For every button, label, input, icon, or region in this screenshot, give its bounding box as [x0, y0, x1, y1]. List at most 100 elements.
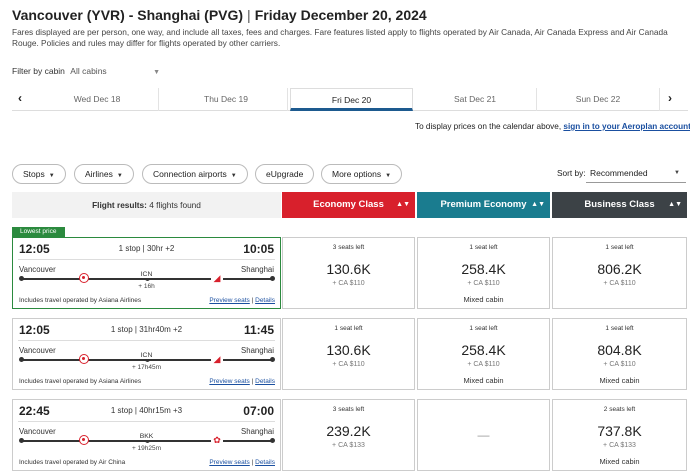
- calendar-note-text: To display prices on the calendar above,: [415, 122, 562, 131]
- route-line: ◢: [19, 354, 275, 364]
- caret-down-icon: ▼: [230, 173, 237, 179]
- route-title: Vancouver (YVR) - Shanghai (PVG): [12, 7, 244, 23]
- premium-fare-cell[interactable]: 1 seat left 258.4K + CA $110 Mixed cabin: [417, 237, 550, 309]
- points-price: 804.8K: [597, 342, 642, 358]
- taxes-fees: + CA $133: [332, 442, 365, 449]
- points-price: 130.6K: [326, 261, 371, 277]
- seats-left: 1 seat left: [605, 325, 634, 332]
- preview-seats-link[interactable]: Preview seats: [209, 297, 249, 304]
- economy-fare-cell[interactable]: 3 seats left 130.6K + CA $110: [282, 237, 415, 309]
- arrival-time: 07:00: [243, 404, 274, 418]
- economy-fare-cell[interactable]: 1 seat left 130.6K + CA $110: [282, 318, 415, 390]
- taxes-fees: + CA $110: [603, 280, 636, 287]
- not-available-dash: —: [477, 428, 490, 442]
- details-link[interactable]: Details: [255, 459, 275, 466]
- results-label: Flight results:: [92, 200, 147, 210]
- flight-links: Preview seats | Details: [209, 459, 275, 466]
- premium-economy-label: Premium Economy: [440, 199, 527, 210]
- stop-airport-code: BKK: [13, 433, 280, 440]
- layover-duration: + 19h25m: [131, 445, 162, 452]
- caret-down-icon: ▼: [385, 173, 392, 179]
- stop-airport-code: ICN: [13, 271, 280, 278]
- preview-seats-link[interactable]: Preview seats: [209, 378, 249, 385]
- seats-left: 3 seats left: [332, 406, 365, 413]
- stops-filter-button[interactable]: Stops ▼: [12, 164, 66, 184]
- calendar-sign-in-note: To display prices on the calendar above,…: [415, 122, 690, 131]
- premium-economy-header[interactable]: Premium Economy ▲▼: [417, 192, 550, 218]
- flight-summary: 1 stop | 30hr +2: [118, 244, 175, 253]
- layover-duration: + 16h: [138, 283, 155, 290]
- connection-airports-label: Connection airports: [153, 169, 227, 179]
- airlines-filter-button[interactable]: Airlines ▼: [74, 164, 134, 184]
- date-carousel: ‹ Wed Dec 18 Thu Dec 19 Fri Dec 20 Sat D…: [12, 88, 688, 111]
- cabin-filter-label: Filter by cabin: [12, 66, 65, 76]
- more-options-label: More options: [332, 169, 382, 179]
- business-class-label: Business Class: [584, 199, 655, 210]
- economy-class-header[interactable]: Economy Class ▲▼: [282, 192, 415, 218]
- flight-row[interactable]: 12:05 1 stop | 31hr40m +2 11:45 Vancouve…: [12, 318, 281, 390]
- flight-results-header: Flight results: 4 flights found: [12, 192, 281, 218]
- business-fare-cell[interactable]: 1 seat left 804.8K + CA $110 Mixed cabin: [552, 318, 687, 390]
- date-tab-dec-19[interactable]: Thu Dec 19: [165, 88, 288, 111]
- points-price: 239.2K: [326, 423, 371, 439]
- economy-fare-cell[interactable]: 3 seats left 239.2K + CA $133: [282, 399, 415, 471]
- seats-left: 1 seat left: [469, 325, 498, 332]
- page-title: Vancouver (YVR) - Shanghai (PVG) | Friday …: [12, 7, 427, 23]
- flight-summary: 1 stop | 31hr40m +2: [110, 325, 183, 334]
- route-line: ◢: [19, 273, 275, 283]
- connection-airports-filter-button[interactable]: Connection airports ▼: [142, 164, 248, 184]
- date-tab-dec-20[interactable]: Fri Dec 20: [290, 88, 413, 111]
- flight-links: Preview seats | Details: [209, 378, 275, 385]
- points-price: 806.2K: [597, 261, 642, 277]
- layover-duration: + 17h45m: [131, 364, 162, 371]
- fare-disclaimer: Fares displayed are per person, one way,…: [12, 27, 668, 48]
- divider: [18, 340, 275, 341]
- sort-arrows-icon[interactable]: ▲▼: [396, 192, 410, 218]
- aeroplan-sign-in-link[interactable]: sign in to your Aeroplan account.: [563, 122, 690, 131]
- mixed-cabin-note: Mixed cabin: [463, 376, 504, 385]
- seats-left: 1 seat left: [605, 244, 634, 251]
- airlines-label: Airlines: [85, 169, 113, 179]
- stop-code-text: BKK: [137, 433, 156, 440]
- premium-fare-cell[interactable]: 1 seat left 258.4K + CA $110 Mixed cabin: [417, 318, 550, 390]
- mixed-cabin-note: Mixed cabin: [463, 295, 504, 304]
- sort-arrows-icon[interactable]: ▲▼: [531, 192, 545, 218]
- flight-summary: 1 stop | 40hr15m +3: [110, 406, 183, 415]
- cabin-filter-value[interactable]: All cabins: [70, 66, 106, 76]
- operated-by-note: Includes travel operated by Air China: [19, 459, 126, 466]
- cabin-filter[interactable]: Filter by cabin All cabins ▼: [12, 66, 160, 76]
- flight-row[interactable]: 12:05 1 stop | 30hr +2 10:05 Vancouver S…: [12, 237, 281, 309]
- preview-seats-link[interactable]: Preview seats: [209, 459, 249, 466]
- sort-arrows-icon[interactable]: ▲▼: [668, 192, 682, 218]
- date-tab-dec-21[interactable]: Sat Dec 21: [414, 88, 537, 111]
- sort-label: Sort by:: [557, 168, 586, 178]
- business-fare-cell[interactable]: 1 seat left 806.2K + CA $110: [552, 237, 687, 309]
- stops-label: Stops: [23, 169, 45, 179]
- date-tab-dec-18[interactable]: Wed Dec 18: [36, 88, 159, 111]
- details-link[interactable]: Details: [255, 297, 275, 304]
- chevron-left-icon[interactable]: ‹: [18, 91, 22, 105]
- chevron-right-icon[interactable]: ›: [668, 91, 672, 105]
- lowest-price-badge: Lowest price: [12, 227, 65, 237]
- chevron-down-icon[interactable]: ▼: [153, 69, 160, 76]
- mixed-cabin-note: Mixed cabin: [599, 457, 640, 466]
- seats-left: 2 seats left: [603, 406, 636, 413]
- points-price: 258.4K: [461, 261, 506, 277]
- business-class-header[interactable]: Business Class ▲▼: [552, 192, 687, 218]
- business-fare-cell[interactable]: 2 seats left 737.8K + CA $133 Mixed cabi…: [552, 399, 687, 471]
- flight-row[interactable]: 22:45 1 stop | 40hr15m +3 07:00 Vancouve…: [12, 399, 281, 471]
- stop-code-text: ICN: [138, 271, 155, 278]
- more-options-button[interactable]: More options ▼: [321, 164, 403, 184]
- link-separator: |: [251, 459, 254, 466]
- mixed-cabin-note: Mixed cabin: [599, 376, 640, 385]
- points-price: 258.4K: [461, 342, 506, 358]
- date-tab-dec-22[interactable]: Sun Dec 22: [537, 88, 660, 111]
- seats-left: 1 seat left: [334, 325, 363, 332]
- title-separator: |: [247, 7, 251, 23]
- details-link[interactable]: Details: [255, 378, 275, 385]
- sort-select[interactable]: Recommended ▼: [586, 164, 686, 183]
- taxes-fees: + CA $110: [332, 361, 365, 368]
- taxes-fees: + CA $110: [467, 280, 500, 287]
- travel-date-title: Friday December 20, 2024: [254, 7, 427, 23]
- eupgrade-filter-button[interactable]: eUpgrade: [255, 164, 315, 184]
